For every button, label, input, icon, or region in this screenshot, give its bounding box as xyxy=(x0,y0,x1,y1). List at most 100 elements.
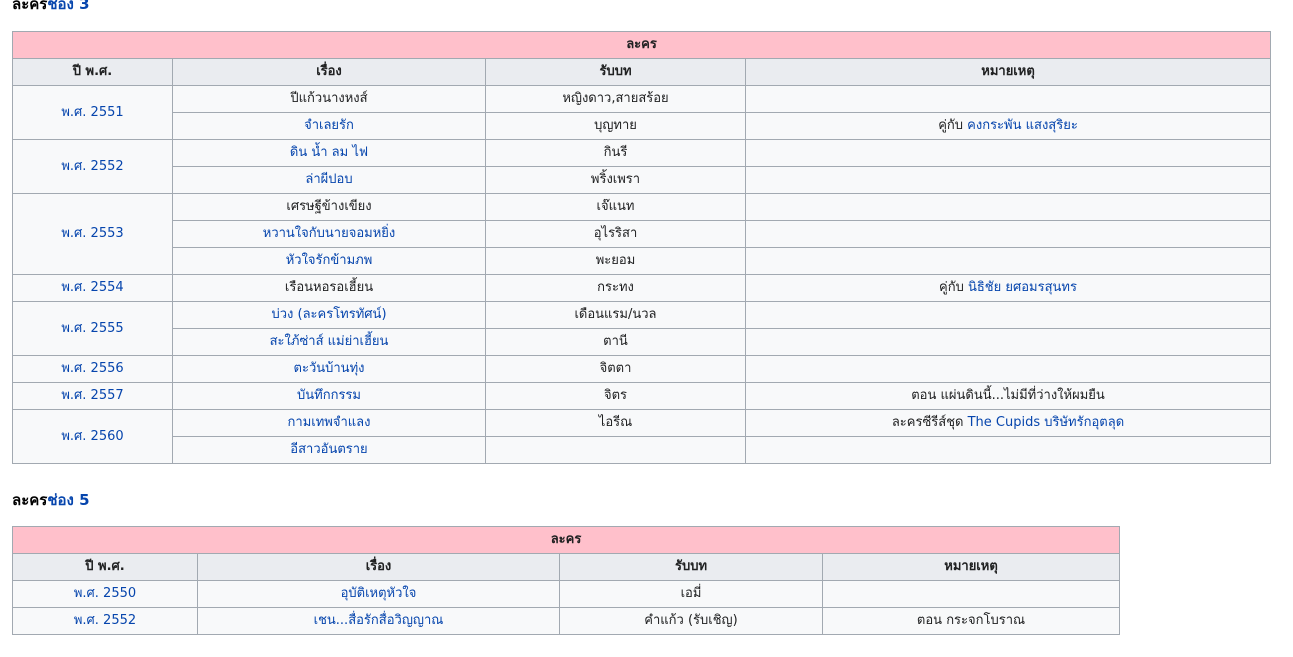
title-cell: อุบัติเหตุหัวใจ xyxy=(197,580,560,608)
role-cell xyxy=(485,436,746,464)
title-link[interactable]: สะใภ้ซ่าส์ แม่ย่าเฮี้ยน xyxy=(270,334,389,349)
table-row: พ.ศ. 2553 เศรษฐีข้างเขียง เจ๊แนท xyxy=(12,193,1272,275)
table-row: พ.ศ. 2552 ดิน น้ำ ลม ไฟ กินรี xyxy=(12,139,1272,194)
table-row: สะใภ้ซ่าส์ แม่ย่าเฮี้ยน ตานี xyxy=(13,328,1272,356)
year-cell: พ.ศ. 2551 xyxy=(12,85,173,140)
note-cell: ตอน แผ่นดินนี้...ไม่มีที่ว่างให้ผมยืน xyxy=(744,382,1272,410)
note-cell xyxy=(744,301,1272,329)
table-row: จำเลยรัก บุญทาย คู่กับ คงกระพัน แสงสุริย… xyxy=(13,112,1272,140)
note-cell: ละครซีรีส์ชุด The Cupids บริษัทรักอุตลุด xyxy=(744,409,1272,437)
column-header-year: ปี พ.ศ. xyxy=(12,553,198,581)
note-cell: คู่กับ นิธิชัย ยศอมรสุนทร xyxy=(744,274,1272,302)
role-cell: หญิงดาว,สายสร้อย xyxy=(485,85,746,113)
year-link[interactable]: พ.ศ. 2552 xyxy=(74,613,136,628)
table-header-row: ปี พ.ศ. เรื่อง รับบท หมายเหตุ xyxy=(12,58,1272,86)
table-row: พ.ศ. 2554 เรือนหอรอเฮี้ยน กระทง คู่กับ น… xyxy=(12,274,1272,302)
year-link[interactable]: พ.ศ. 2557 xyxy=(61,388,123,403)
section-heading-channel-5: ละครช่อง 5 xyxy=(12,490,90,510)
title-link[interactable]: อีสาวอันตราย xyxy=(290,442,367,457)
table-row: พ.ศ. 2550 อุบัติเหตุหัวใจ เอมี่ xyxy=(12,580,1121,608)
title-link[interactable]: ล่าผีปอบ xyxy=(305,172,352,187)
table-row: พ.ศ. 2551 ปีแก้วนางหงส์ หญิงดาว,สายสร้อย xyxy=(12,85,1272,140)
table-row: พ.ศ. 2555 บ่วง (ละครโทรทัศน์) เดือนแรม/น… xyxy=(12,301,1272,356)
year-link[interactable]: พ.ศ. 2552 xyxy=(61,159,123,174)
drama-table-channel-5: ละคร ปี พ.ศ. เรื่อง รับบท หมายเหตุ พ.ศ. … xyxy=(11,526,1121,635)
title-cell: หวานใจกับนายจอมหยิ่ง xyxy=(172,220,486,248)
channel-5-link[interactable]: ช่อง 5 xyxy=(47,491,89,509)
note-text: คู่กับ xyxy=(938,118,968,133)
column-header-year: ปี พ.ศ. xyxy=(12,58,173,86)
title-cell: สะใภ้ซ่าส์ แม่ย่าเฮี้ยน xyxy=(172,328,486,356)
title-cell: เศรษฐีข้างเขียง xyxy=(172,193,486,221)
role-cell: บุญทาย xyxy=(485,112,746,140)
year-link[interactable]: พ.ศ. 2560 xyxy=(61,429,123,444)
table-group-header: ละคร xyxy=(11,31,1272,59)
note-cell xyxy=(744,85,1272,113)
year-link[interactable]: พ.ศ. 2551 xyxy=(61,105,123,120)
note-cell xyxy=(744,139,1272,167)
column-header-title: เรื่อง xyxy=(197,553,560,581)
role-cell: ตานี xyxy=(485,328,746,356)
title-cell: จำเลยรัก xyxy=(172,112,486,140)
title-cell: กามเทพจำแลง xyxy=(172,409,486,437)
title-link[interactable]: หัวใจรักข้ามภพ xyxy=(286,253,373,268)
role-cell: กระทง xyxy=(485,274,746,302)
section-heading-text: ละคร xyxy=(12,0,48,13)
title-cell: บ่วง (ละครโทรทัศน์) xyxy=(172,301,486,329)
title-cell: บันทึกกรรม xyxy=(172,382,486,410)
title-cell: เรือนหอรอเฮี้ยน xyxy=(172,274,486,302)
note-cell xyxy=(744,193,1272,221)
note-cell xyxy=(744,436,1272,464)
role-cell: อุไรริสา xyxy=(485,220,746,248)
title-link[interactable]: กามเทพจำแลง xyxy=(288,415,371,430)
title-cell: หัวใจรักข้ามภพ xyxy=(172,247,486,275)
year-link[interactable]: พ.ศ. 2554 xyxy=(61,280,123,295)
role-cell: ไอรีณ xyxy=(485,409,746,437)
column-header-note: หมายเหตุ xyxy=(744,58,1272,86)
title-cell: ปีแก้วนางหงส์ xyxy=(172,85,486,113)
year-cell: พ.ศ. 2552 xyxy=(12,139,173,194)
table-row: พ.ศ. 2557 บันทึกกรรม จิตร ตอน แผ่นดินนี้… xyxy=(12,382,1272,410)
title-link[interactable]: ดิน น้ำ ลม ไฟ xyxy=(290,145,368,160)
year-link[interactable]: พ.ศ. 2556 xyxy=(61,361,123,376)
table-group-header-row: ละคร xyxy=(11,526,1121,554)
note-link[interactable]: คงกระพัน แสงสุริยะ xyxy=(967,118,1078,133)
role-cell: จิตตา xyxy=(485,355,746,383)
title-link[interactable]: จำเลยรัก xyxy=(304,118,354,133)
title-link[interactable]: หวานใจกับนายจอมหยิ่ง xyxy=(263,226,395,241)
title-cell: ดิน น้ำ ลม ไฟ xyxy=(172,139,486,167)
year-link[interactable]: พ.ศ. 2550 xyxy=(74,586,136,601)
title-link[interactable]: เชน...สื่อรักสื่อวิญญาณ xyxy=(314,613,444,628)
drama-table-channel-3: ละคร ปี พ.ศ. เรื่อง รับบท หมายเหตุ พ.ศ. … xyxy=(11,31,1272,464)
table-row: หัวใจรักข้ามภพ พะยอม xyxy=(13,247,1272,275)
column-header-role: รับบท xyxy=(559,553,823,581)
table-row: ล่าผีปอบ พริ้งเพรา xyxy=(13,166,1272,194)
table-row: อีสาวอันตราย xyxy=(13,436,1272,464)
title-link[interactable]: ตะวันบ้านทุ่ง xyxy=(294,361,365,376)
title-link[interactable]: บันทึกกรรม xyxy=(297,388,361,403)
note-cell xyxy=(744,220,1272,248)
role-cell: เจ๊แนท xyxy=(485,193,746,221)
note-link[interactable]: The Cupids บริษัทรักอุตลุด xyxy=(968,415,1125,430)
note-text: ละครซีรีส์ชุด xyxy=(891,415,968,430)
title-text: เรือนหอรอเฮี้ยน xyxy=(284,280,374,295)
year-link[interactable]: พ.ศ. 2555 xyxy=(61,321,123,336)
role-cell: พะยอม xyxy=(485,247,746,275)
note-text: คู่กับ xyxy=(939,280,968,295)
title-cell: ล่าผีปอบ xyxy=(172,166,486,194)
section-heading-text: ละคร xyxy=(12,491,48,509)
year-cell: พ.ศ. 2553 xyxy=(12,193,173,275)
table-group-header: ละคร xyxy=(11,526,1121,554)
note-cell: ตอน กระจกโบราณ xyxy=(821,607,1121,635)
title-cell: เชน...สื่อรักสื่อวิญญาณ xyxy=(197,607,560,635)
role-cell: เอมี่ xyxy=(559,580,823,608)
note-cell xyxy=(821,580,1121,608)
note-link[interactable]: นิธิชัย ยศอมรสุนทร xyxy=(968,280,1077,295)
channel-3-link[interactable]: ช่อง 3 xyxy=(47,0,89,13)
title-link[interactable]: อุบัติเหตุหัวใจ xyxy=(341,586,417,601)
year-link[interactable]: พ.ศ. 2553 xyxy=(61,226,123,241)
title-cell: ตะวันบ้านทุ่ง xyxy=(172,355,486,383)
title-link[interactable]: บ่วง (ละครโทรทัศน์) xyxy=(271,307,386,322)
year-cell: พ.ศ. 2557 xyxy=(12,382,173,410)
role-cell: กินรี xyxy=(485,139,746,167)
